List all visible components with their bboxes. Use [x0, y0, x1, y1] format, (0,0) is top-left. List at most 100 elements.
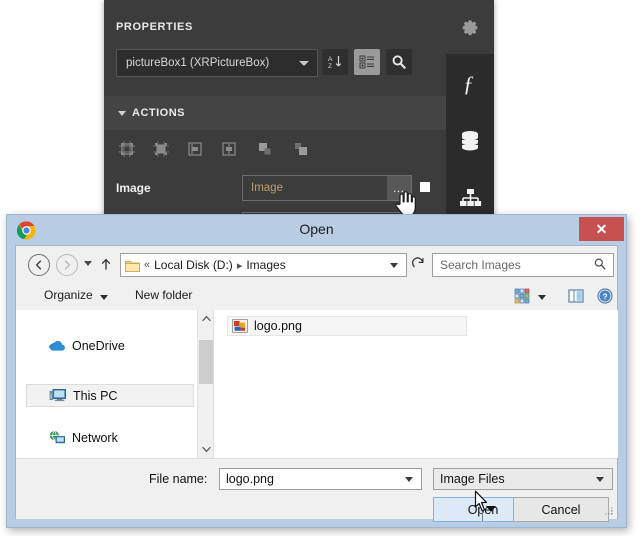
breadcrumb-item-drive[interactable]: Local Disk (D:) [154, 258, 233, 272]
image-property-label: Image [116, 181, 151, 195]
dialog-footer: File name: logo.png Image Files Open Can… [16, 458, 617, 522]
file-name: logo.png [254, 319, 302, 333]
align-right-icon[interactable] [218, 138, 240, 160]
sidebar-item-onedrive[interactable]: OneDrive [26, 334, 194, 357]
bring-to-front-icon[interactable] [254, 138, 276, 160]
object-selector-combobox[interactable]: pictureBox1 (XRPictureBox) [116, 49, 318, 77]
grid-view-icon[interactable] [513, 287, 531, 305]
chevron-down-icon[interactable] [596, 476, 604, 482]
chevron-down-icon[interactable] [390, 262, 398, 268]
sidebar-item-label: OneDrive [72, 338, 125, 353]
svg-text:?: ? [602, 291, 607, 301]
command-bar: Organize New folder ? [16, 282, 617, 311]
svg-text:Z: Z [328, 63, 332, 70]
image-property-row: Image Image … [104, 168, 494, 210]
arrow-up-icon [101, 258, 111, 270]
arrow-right-icon [64, 260, 71, 270]
search-input[interactable]: Search Images [432, 253, 614, 277]
close-icon[interactable]: ✕ [579, 217, 624, 241]
caret-down-icon[interactable] [100, 295, 108, 300]
categorize-icon [359, 55, 374, 69]
sort-alphabetical-button[interactable]: A Z [322, 49, 348, 75]
open-button-divider [482, 498, 483, 521]
filename-label: File name: [149, 472, 208, 486]
help-icon[interactable]: ? [596, 287, 614, 305]
file-list: logo.png [213, 310, 618, 458]
close-label: ✕ [595, 221, 608, 237]
chevron-down-icon [299, 60, 309, 66]
properties-panel: PROPERTIES pictureBox1 (XRPictureBox) A … [104, 0, 494, 231]
sidebar-scrollbar[interactable] [197, 310, 214, 458]
history-dropdown-icon[interactable] [84, 261, 92, 266]
view-dropdown-caret-icon[interactable] [538, 295, 546, 300]
object-selector-row: pictureBox1 (XRPictureBox) A Z [104, 46, 494, 88]
file-type-filter-value: Image Files [440, 472, 505, 486]
image-property-field[interactable]: Image … [242, 175, 412, 201]
triangle-down-icon [118, 111, 126, 116]
align-to-grid-icon[interactable] [116, 138, 138, 160]
breadcrumb-separator: ▸ [236, 259, 243, 272]
svg-text:ƒ: ƒ [463, 71, 474, 96]
data-source-icon[interactable] [446, 112, 494, 170]
filename-value: logo.png [226, 472, 274, 486]
back-button[interactable] [28, 254, 50, 276]
new-folder-button[interactable]: New folder [135, 288, 192, 302]
search-icon [594, 258, 606, 270]
properties-panel-header: PROPERTIES [104, 0, 494, 46]
actions-toolbar [104, 130, 494, 168]
network-icon [48, 430, 66, 446]
open-file-dialog: Open ✕ « Local Disk (D:) ▸ Images Search… [6, 214, 627, 528]
search-placeholder: Search Images [440, 258, 521, 272]
search-icon [392, 55, 406, 69]
dialog-content: OneDrive This PC Network logo.png [16, 310, 618, 458]
chevron-down-icon[interactable] [405, 476, 413, 482]
image-browse-button[interactable]: … [387, 176, 411, 200]
file-type-filter-select[interactable]: Image Files [433, 468, 613, 490]
places-sidebar: OneDrive This PC Network [16, 310, 197, 458]
align-left-icon[interactable] [184, 138, 206, 160]
dialog-title: Open [299, 221, 334, 237]
breadcrumb-item-folder[interactable]: Images [246, 258, 285, 272]
chevron-down-icon[interactable] [198, 441, 214, 458]
cancel-button[interactable]: Cancel [513, 497, 609, 522]
sort-az-icon: A Z [328, 56, 342, 70]
sidebar-item-label: This PC [73, 388, 118, 403]
image-property-value: Image [251, 182, 283, 194]
object-selector-value: pictureBox1 (XRPictureBox) [126, 57, 270, 69]
dialog-body: « Local Disk (D:) ▸ Images Search Images [15, 245, 618, 522]
sidebar-item-label: Network [72, 430, 118, 445]
gear-icon[interactable] [452, 10, 486, 44]
organize-button[interactable]: Organize [44, 288, 93, 302]
page-title: PROPERTIES [116, 21, 193, 33]
send-to-back-icon[interactable] [290, 138, 312, 160]
svg-text:A: A [328, 56, 333, 63]
expression-editor-icon[interactable]: ƒ [446, 54, 494, 112]
folder-icon [125, 260, 140, 272]
actions-section-header[interactable]: ACTIONS [104, 96, 494, 130]
sidebar-item-network[interactable]: Network [26, 426, 194, 449]
up-button[interactable] [97, 255, 115, 273]
search-properties-button[interactable] [386, 49, 412, 75]
white-square-icon[interactable] [420, 182, 430, 192]
navigation-bar: « Local Disk (D:) ▸ Images Search Images [16, 246, 617, 282]
actions-section-label: ACTIONS [132, 107, 185, 119]
chevron-up-icon[interactable] [198, 310, 214, 327]
preview-pane-icon[interactable] [567, 287, 585, 305]
this-pc-icon [49, 388, 67, 404]
size-to-grid-icon[interactable] [150, 138, 172, 160]
onedrive-cloud-icon [48, 338, 66, 354]
arrow-left-icon [35, 260, 42, 270]
scrollbar-thumb[interactable] [199, 340, 213, 384]
designer-side-rail: ƒ [446, 54, 494, 230]
sidebar-item-this-pc[interactable]: This PC [26, 384, 194, 407]
refresh-icon[interactable] [408, 254, 428, 274]
resize-grip-icon[interactable] [604, 506, 614, 516]
filename-input[interactable]: logo.png [219, 468, 422, 490]
forward-button[interactable] [56, 254, 78, 276]
dialog-titlebar[interactable]: Open ✕ [7, 215, 626, 245]
image-file-icon [232, 319, 248, 333]
open-dropdown-caret-icon[interactable] [486, 506, 496, 512]
address-bar[interactable]: « Local Disk (D:) ▸ Images [120, 253, 407, 277]
categorized-view-button[interactable] [354, 49, 380, 75]
list-item[interactable]: logo.png [227, 316, 467, 336]
